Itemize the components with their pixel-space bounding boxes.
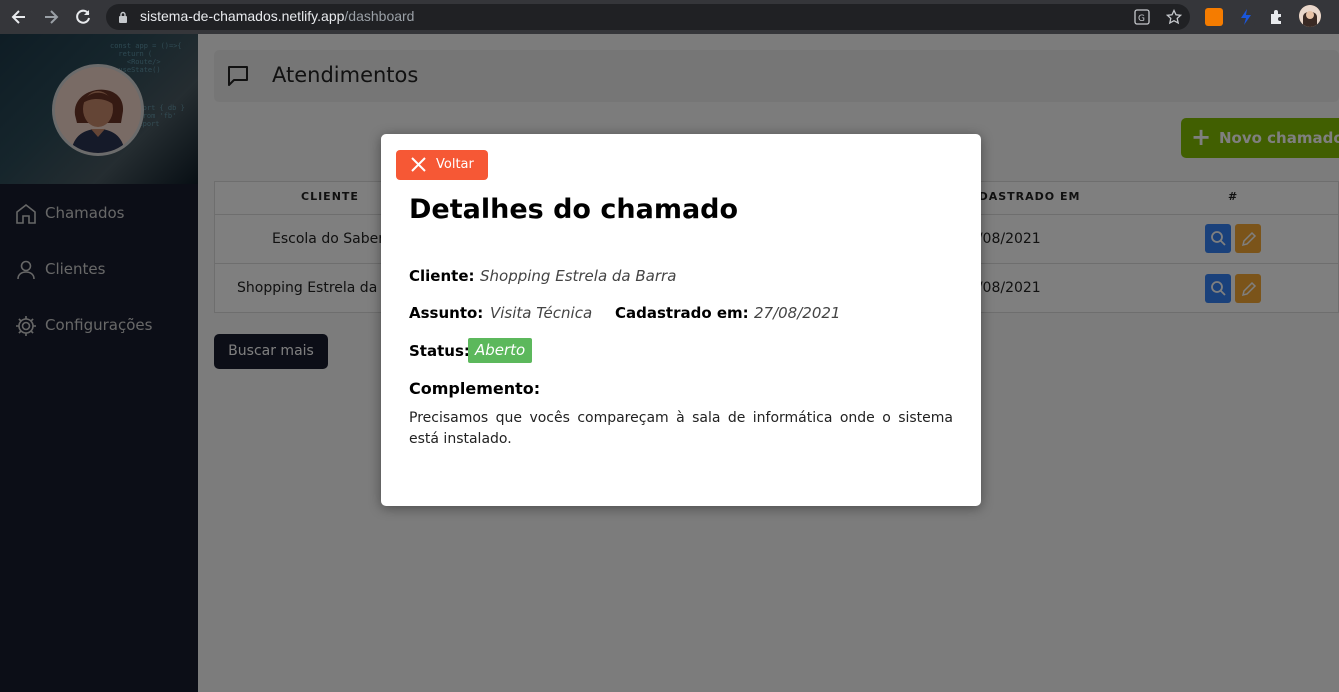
complement-text: Precisamos que vocês compareçam à sala d… bbox=[409, 410, 953, 447]
client-value: Shopping Estrela da Barra bbox=[480, 267, 677, 285]
close-icon bbox=[411, 157, 426, 172]
status-badge: Aberto bbox=[468, 338, 533, 363]
client-label: Cliente: bbox=[409, 267, 475, 285]
svg-text:G: G bbox=[1138, 14, 1145, 24]
status-label: Status: bbox=[409, 342, 470, 360]
created-label: Cadastrado em: bbox=[615, 304, 749, 322]
address-bar[interactable]: sistema-de-chamados.netlify.app/dashboar… bbox=[106, 4, 1190, 30]
close-modal-label: Voltar bbox=[436, 157, 474, 172]
close-modal-button[interactable]: Voltar bbox=[396, 150, 488, 180]
star-icon[interactable] bbox=[1165, 8, 1183, 25]
back-arrow-icon[interactable] bbox=[9, 7, 29, 27]
puzzle-extensions-icon[interactable] bbox=[1268, 8, 1286, 26]
url-text: sistema-de-chamados.netlify.app/dashboar… bbox=[140, 8, 415, 24]
complement-label: Complemento: bbox=[409, 379, 541, 398]
modal-title: Detalhes do chamado bbox=[409, 194, 739, 225]
browser-toolbar: sistema-de-chamados.netlify.app/dashboar… bbox=[0, 0, 1339, 34]
subject-value: Visita Técnica bbox=[490, 304, 593, 322]
created-value: 27/08/2021 bbox=[754, 304, 841, 322]
ticket-details-modal: Voltar Detalhes do chamado Cliente: Shop… bbox=[381, 134, 981, 506]
translate-icon[interactable]: G bbox=[1134, 9, 1150, 25]
profile-avatar[interactable] bbox=[1299, 5, 1321, 27]
subject-label: Assunto: bbox=[409, 304, 484, 322]
forward-arrow-icon[interactable] bbox=[41, 7, 61, 27]
lightning-extension-icon[interactable] bbox=[1237, 8, 1255, 26]
reload-icon[interactable] bbox=[73, 7, 93, 27]
shopping-extension-icon[interactable] bbox=[1205, 8, 1223, 26]
lock-icon bbox=[119, 11, 127, 23]
